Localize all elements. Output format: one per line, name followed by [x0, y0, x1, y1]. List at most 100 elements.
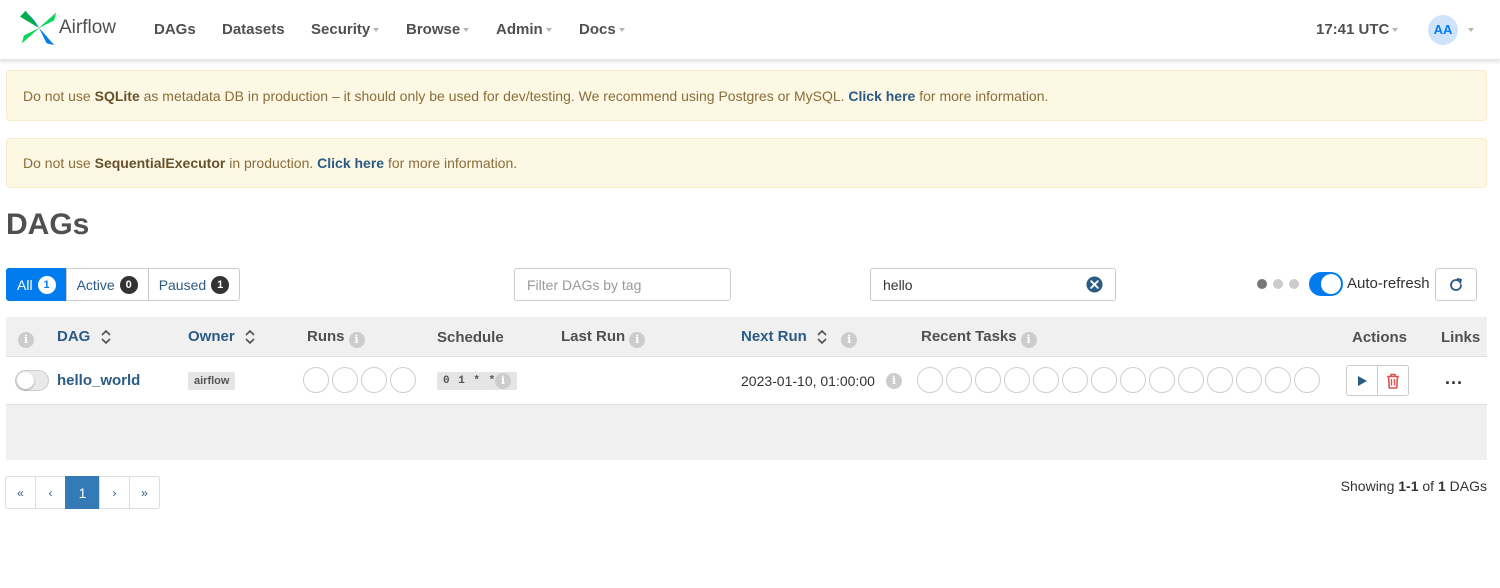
runs-status-circles: [303, 367, 419, 393]
utc-clock[interactable]: 17:41 UTC: [1316, 21, 1399, 38]
task-status-circle[interactable]: [1207, 367, 1233, 393]
chevron-down-icon: [463, 28, 470, 33]
task-status-circle[interactable]: [917, 367, 943, 393]
filter-all-button[interactable]: All 1: [6, 268, 67, 301]
count-badge: 1: [211, 275, 230, 294]
delete-dag-button[interactable]: [1377, 365, 1409, 396]
info-icon[interactable]: i: [1020, 332, 1037, 348]
sort-icon: [100, 329, 111, 345]
filter-paused-button[interactable]: Paused 1: [147, 268, 241, 301]
task-status-circle[interactable]: [1062, 367, 1088, 393]
trash-icon: [1387, 373, 1399, 389]
run-status-circle[interactable]: [303, 367, 329, 393]
info-icon[interactable]: i: [629, 332, 646, 348]
play-icon: [1358, 375, 1367, 386]
auto-refresh-label[interactable]: Auto-refresh: [1347, 275, 1430, 292]
dot-icon: [1273, 279, 1283, 289]
sqlite-warning-alert: Do not use SQLite as metadata DB in prod…: [6, 70, 1487, 121]
chevron-down-icon[interactable]: [1468, 28, 1474, 32]
page-title: DAGs: [6, 208, 90, 241]
chevron-down-icon: [373, 28, 380, 33]
loading-indicator: [1257, 279, 1299, 289]
more-links-icon[interactable]: ...: [1445, 368, 1463, 389]
page-last-button[interactable]: »: [129, 476, 160, 509]
dot-icon: [1257, 279, 1267, 289]
dag-pause-toggle[interactable]: [15, 370, 49, 391]
nav-datasets[interactable]: Datasets: [222, 21, 285, 38]
task-status-circle[interactable]: [946, 367, 972, 393]
dag-id-link[interactable]: hello_world: [57, 372, 140, 389]
results-summary: Showing 1-1 of 1 DAGs: [1340, 478, 1487, 494]
refresh-button[interactable]: [1435, 268, 1477, 301]
info-icon[interactable]: i: [348, 332, 365, 348]
count-badge: 0: [119, 275, 138, 294]
header-recent-tasks: Recent Tasks i: [921, 328, 1037, 348]
info-icon[interactable]: i: [841, 332, 858, 348]
airflow-logo-icon[interactable]: [20, 9, 58, 47]
table-empty-area: [6, 405, 1487, 460]
header-runs: Runs i: [307, 328, 365, 348]
info-icon[interactable]: i: [886, 373, 902, 389]
owner-badge[interactable]: airflow: [188, 372, 236, 390]
sort-icon: [245, 329, 255, 345]
task-status-circle[interactable]: [1294, 367, 1320, 393]
nav-security[interactable]: Security: [311, 21, 380, 38]
header-schedule: Schedule: [437, 329, 504, 346]
run-status-circle[interactable]: [332, 367, 358, 393]
auto-refresh-toggle[interactable]: [1309, 272, 1343, 296]
page-first-button[interactable]: «: [5, 476, 36, 509]
clear-search-icon[interactable]: [1086, 276, 1103, 293]
chevron-down-icon: [1392, 28, 1399, 33]
header-info: i: [18, 328, 34, 348]
pagination: « ‹ 1 › »: [5, 476, 160, 509]
header-owner[interactable]: Owner: [188, 328, 255, 345]
dot-icon: [1289, 279, 1299, 289]
nav-dags[interactable]: DAGs: [154, 21, 196, 38]
info-icon[interactable]: i: [18, 332, 34, 348]
run-status-circle[interactable]: [361, 367, 387, 393]
sort-icon: [817, 329, 827, 345]
task-status-circle[interactable]: [1033, 367, 1059, 393]
chevron-down-icon: [545, 28, 552, 33]
task-status-circle[interactable]: [1236, 367, 1262, 393]
alert-bold-term: SQLite: [94, 88, 140, 104]
header-dag[interactable]: DAG: [57, 328, 111, 345]
filter-active-button[interactable]: Active 0: [65, 268, 149, 301]
refresh-icon: [1450, 277, 1462, 291]
nav-admin[interactable]: Admin: [496, 21, 552, 38]
task-status-circle[interactable]: [1265, 367, 1291, 393]
count-badge: 1: [37, 275, 56, 294]
recent-tasks-circles: [917, 367, 1323, 393]
page-current-button[interactable]: 1: [65, 476, 100, 509]
page-next-button[interactable]: ›: [99, 476, 130, 509]
alert-bold-term: SequentialExecutor: [94, 155, 226, 171]
info-icon[interactable]: i: [495, 373, 511, 389]
next-run-value: 2023-01-10, 01:00:00: [741, 373, 875, 389]
task-status-circle[interactable]: [1004, 367, 1030, 393]
task-status-circle[interactable]: [975, 367, 1001, 393]
header-next-run[interactable]: Next Run i: [741, 328, 858, 348]
dags-table-header: i DAG Owner Runs i Schedule Last Run i Nex…: [6, 317, 1487, 356]
alert-click-here-link[interactable]: Click here: [848, 88, 915, 104]
task-status-circle[interactable]: [1091, 367, 1117, 393]
page-prev-button[interactable]: ‹: [35, 476, 66, 509]
executor-warning-alert: Do not use SequentialExecutor in product…: [6, 138, 1487, 188]
task-status-circle[interactable]: [1178, 367, 1204, 393]
task-status-circle[interactable]: [1120, 367, 1146, 393]
nav-browse[interactable]: Browse: [406, 21, 470, 38]
header-last-run: Last Run i: [561, 328, 646, 348]
header-actions: Actions: [1352, 329, 1408, 346]
run-status-circle[interactable]: [390, 367, 416, 393]
user-avatar[interactable]: AA: [1428, 15, 1458, 45]
alert-click-here-link[interactable]: Click here: [317, 155, 384, 171]
status-filter-group: All 1 Active 0 Paused 1: [6, 268, 241, 301]
top-navbar: Airflow DAGs Datasets Security Browse Ad…: [0, 0, 1500, 60]
task-status-circle[interactable]: [1149, 367, 1175, 393]
dag-search-input[interactable]: [870, 268, 1116, 301]
brand-name[interactable]: Airflow: [59, 17, 116, 39]
header-links: Links: [1441, 329, 1481, 346]
nav-docs[interactable]: Docs: [579, 21, 625, 38]
trigger-dag-button[interactable]: [1346, 365, 1378, 396]
chevron-down-icon: [618, 28, 625, 33]
tag-filter-input[interactable]: [514, 268, 731, 301]
